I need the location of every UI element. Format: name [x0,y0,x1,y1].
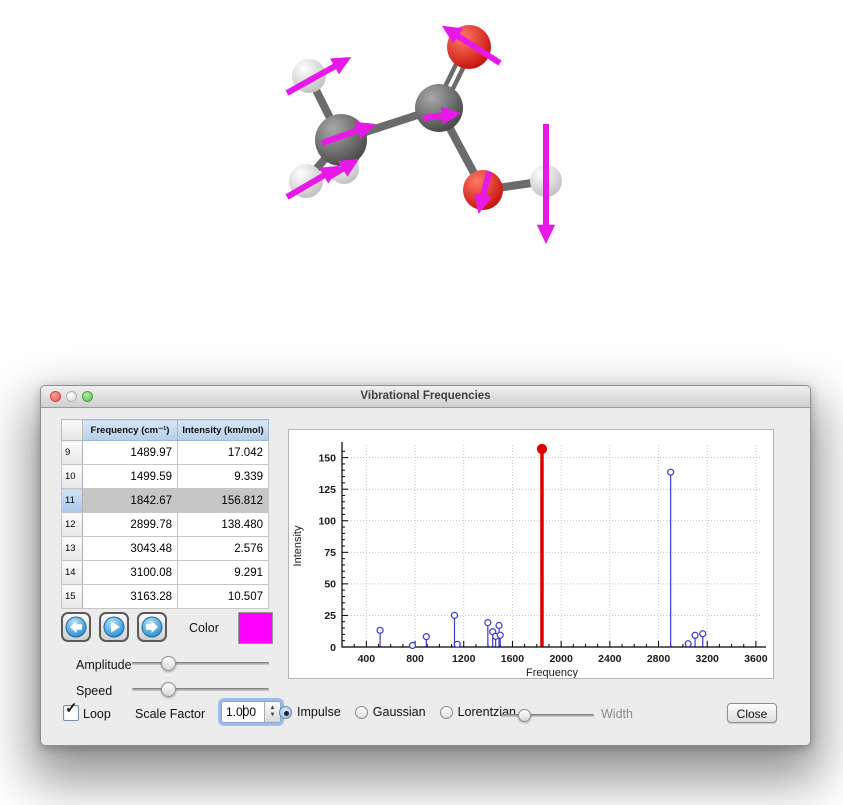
row-number-header[interactable] [61,419,83,441]
spinner-down-icon[interactable]: ▼ [270,712,276,719]
width-slider[interactable] [501,708,594,723]
svg-text:2800: 2800 [647,653,671,665]
svg-text:Intensity: Intensity [292,525,304,566]
radio-label-gaussian[interactable]: Gaussian [373,705,426,719]
frequency-cell[interactable]: 3100.08 [82,560,178,585]
radio-impulse[interactable] [279,705,292,719]
svg-text:1600: 1600 [501,653,525,665]
svg-text:2400: 2400 [598,653,622,665]
next-mode-button[interactable] [137,612,167,642]
window-titlebar[interactable]: Vibrational Frequencies [41,386,810,408]
frequency-cell[interactable]: 3043.48 [82,536,178,561]
text-caret [243,705,244,719]
speed-slider-track[interactable] [132,688,269,691]
spinner-up-icon[interactable]: ▲ [270,705,276,712]
svg-text:800: 800 [406,653,424,665]
row-number-cell[interactable]: 13 [61,536,83,561]
table-row[interactable]: 14 3100.08 9.291 [61,560,269,585]
row-number-cell[interactable]: 14 [61,560,83,585]
close-button[interactable]: Close [727,703,777,723]
intensity-cell[interactable]: 17.042 [177,440,269,465]
window-title: Vibrational Frequencies [360,390,491,402]
frequency-cell[interactable]: 1842.67 [82,488,178,513]
scale-factor-label: Scale Factor [135,707,206,721]
amplitude-label: Amplitude [76,658,132,672]
intensity-cell[interactable]: 9.291 [177,560,269,585]
table-row[interactable]: 10 1499.59 9.339 [61,464,269,489]
svg-text:2000: 2000 [549,653,573,665]
intensity-cell[interactable]: 156.812 [177,488,269,513]
amplitude-slider[interactable] [132,656,269,671]
amplitude-slider-thumb[interactable] [161,656,177,671]
intensity-cell[interactable]: 2.576 [177,536,269,561]
svg-text:400: 400 [358,653,376,665]
intensity-cell[interactable]: 138.480 [177,512,269,537]
frequency-table[interactable]: Frequency (cm⁻¹) Intensity (km/mol) 9 1489… [61,419,269,609]
table-row[interactable]: 11 1842.67 156.812 [61,488,269,513]
radio-gaussian[interactable] [354,705,368,719]
table-row[interactable]: 12 2899.78 138.480 [61,512,269,537]
spectrum-plot-widget[interactable]: 400 800 1200 1600 2000 2400 2800 3200 3600 0 25 50 7… [288,429,774,679]
svg-text:100: 100 [318,516,336,528]
checkmark-icon: ✓ [65,700,78,717]
vibrational-frequencies-window: Vibrational Frequencies Frequency (cm⁻¹)… [40,385,811,746]
svg-text:3200: 3200 [696,653,720,665]
speed-label: Speed [76,684,113,698]
row-number-cell[interactable]: 15 [61,584,83,609]
table-row[interactable]: 9 1489.97 17.042 [61,440,269,465]
back-arrow-icon [65,616,87,638]
spinner-buttons[interactable]: ▲ ▼ [264,702,280,722]
row-number-cell[interactable]: 9 [61,440,83,465]
width-label: Width [601,707,633,721]
svg-text:0: 0 [330,642,336,654]
row-number-cell[interactable]: 10 [61,464,83,489]
table-row[interactable]: 13 3043.48 2.576 [61,536,269,561]
width-slider-thumb[interactable] [517,709,531,722]
frequency-cell[interactable]: 1499.59 [82,464,178,489]
molecule-viewport[interactable] [180,0,600,260]
scale-factor-spinbox[interactable]: 1.000 ▲ ▼ [221,701,281,723]
row-number-cell[interactable]: 12 [61,512,83,537]
frequency-cell[interactable]: 3163.28 [82,584,178,609]
forward-arrow-icon [141,616,163,638]
column-header[interactable]: Frequency (cm⁻¹) [82,419,178,441]
column-header[interactable]: Intensity (km/mol) [177,419,269,441]
speed-slider-thumb[interactable] [161,682,177,697]
svg-text:50: 50 [324,579,336,591]
play-icon [103,616,125,638]
table-row[interactable]: 15 3163.28 10.507 [61,584,269,609]
displacement-arrow [422,106,462,125]
color-label: Color [189,621,219,635]
atom-c[interactable] [415,84,463,132]
amplitude-slider-track[interactable] [132,662,269,665]
svg-text:Frequency: Frequency [526,667,578,678]
radio-lorentzian[interactable] [439,705,453,719]
svg-text:25: 25 [324,610,336,622]
frequency-cell[interactable]: 2899.78 [82,512,178,537]
application-screen: Vibrational Frequencies Frequency (cm⁻¹)… [0,0,843,805]
intensity-cell[interactable]: 9.339 [177,464,269,489]
svg-text:150: 150 [318,452,336,464]
spectrum-plot[interactable]: 400 800 1200 1600 2000 2400 2800 3200 3600 0 25 50 7… [289,430,773,678]
play-animation-button[interactable] [99,612,129,642]
svg-text:125: 125 [318,484,336,496]
svg-text:75: 75 [324,547,336,559]
row-number-cell[interactable]: 11 [61,488,83,513]
svg-text:1200: 1200 [452,653,476,665]
speed-slider[interactable] [132,682,269,697]
previous-mode-button[interactable] [61,612,91,642]
frequency-cell[interactable]: 1489.97 [82,440,178,465]
table-header-row: Frequency (cm⁻¹) Intensity (km/mol) [61,419,269,441]
loop-checkbox[interactable]: ✓ [63,700,79,721]
intensity-cell[interactable]: 10.507 [177,584,269,609]
arrow-color-swatch[interactable] [238,612,273,644]
width-slider-track[interactable] [501,714,594,717]
radio-label-impulse[interactable]: Impulse [297,705,341,719]
line-shape-radio-group: Impulse Gaussian Lorentzian [279,703,530,721]
loop-label: Loop [83,707,111,721]
svg-text:3600: 3600 [744,653,768,665]
